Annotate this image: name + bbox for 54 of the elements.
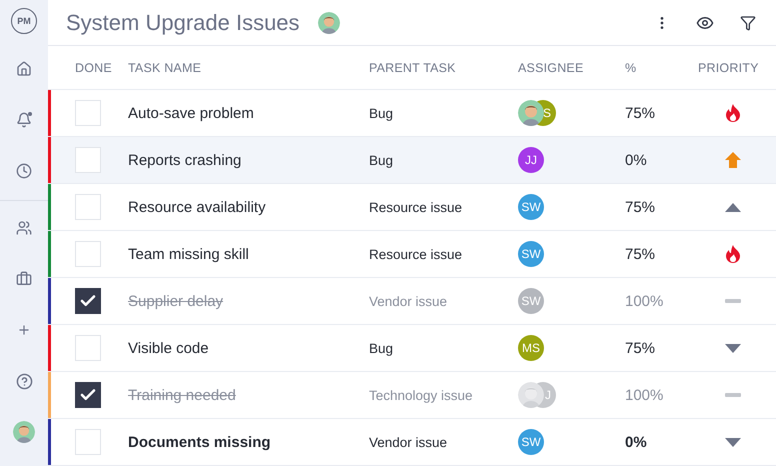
task-name: Reports crashing	[128, 152, 242, 168]
parent-task: Technology issue	[369, 388, 473, 402]
task-name: Team missing skill	[128, 246, 249, 262]
avatar-icon	[13, 421, 35, 443]
parent-task: Bug	[369, 340, 394, 356]
column-header[interactable]: ASSIGNEE	[510, 60, 617, 74]
percent-complete: 0%	[625, 152, 647, 168]
column-header[interactable]: DONE	[48, 60, 120, 74]
avatar: SW	[518, 194, 544, 220]
task-name: Visible code	[128, 340, 209, 356]
percent-complete: 75%	[625, 198, 656, 216]
checkbox[interactable]	[75, 288, 101, 314]
parent-task: Resource issue	[369, 246, 462, 262]
task-name: Training needed	[128, 386, 236, 404]
filter-icon[interactable]	[740, 14, 756, 30]
percent-complete: 100%	[625, 386, 664, 404]
avatar: SW	[518, 241, 544, 267]
avatar-icon	[518, 100, 544, 126]
task-name: Resource availability	[128, 198, 266, 216]
parent-task: Resource issue	[369, 200, 462, 214]
table-row[interactable]: Reports crashing Bug JJ 0%	[48, 137, 776, 184]
percent-complete: 75%	[625, 246, 656, 262]
avatar: SW	[518, 288, 544, 314]
table-row[interactable]: Training needed Technology issue J 100%	[48, 372, 776, 419]
avatar: MS	[518, 335, 544, 361]
avatar-button[interactable]	[11, 419, 37, 445]
table-row[interactable]: Auto-save problem Bug S 75%	[48, 90, 776, 137]
parent-task: Vendor issue	[369, 294, 448, 308]
task-name: Supplier delay	[128, 292, 224, 310]
column-header[interactable]: TASK NAME	[120, 60, 361, 74]
percent-complete: 0%	[625, 434, 647, 450]
logo[interactable]: PM	[11, 8, 37, 34]
column-header[interactable]: %	[617, 60, 690, 74]
column-header[interactable]: PRIORITY	[690, 60, 776, 74]
table-row[interactable]: Supplier delay Vendor issue SW 100%	[48, 278, 776, 325]
avatar-icon	[518, 382, 544, 408]
table-row[interactable]: Resource availability Resource issue SW 75%	[48, 184, 776, 231]
task-name: Documents missing	[128, 434, 271, 450]
table-row[interactable]: Visible code Bug MS 75%	[48, 325, 776, 372]
avatar: JJ	[518, 147, 544, 173]
percent-complete: 75%	[625, 340, 656, 356]
percent-complete: 75%	[625, 104, 656, 122]
checkbox[interactable]	[75, 382, 101, 408]
percent-complete: 100%	[625, 292, 664, 310]
parent-task: Vendor issue	[369, 434, 448, 450]
parent-task: Bug	[369, 152, 394, 168]
avatar: SW	[518, 429, 544, 455]
parent-task: Bug	[369, 106, 394, 120]
page-title: System Upgrade Issues	[66, 10, 300, 36]
avatar-icon	[318, 12, 340, 34]
table-row[interactable]: Team missing skill Resource issue SW 75%	[48, 231, 776, 278]
column-header[interactable]: PARENT TASK	[361, 60, 510, 74]
table-row[interactable]: Documents missing Vendor issue SW 0%	[48, 419, 776, 466]
task-name: Auto-save problem	[128, 104, 254, 122]
